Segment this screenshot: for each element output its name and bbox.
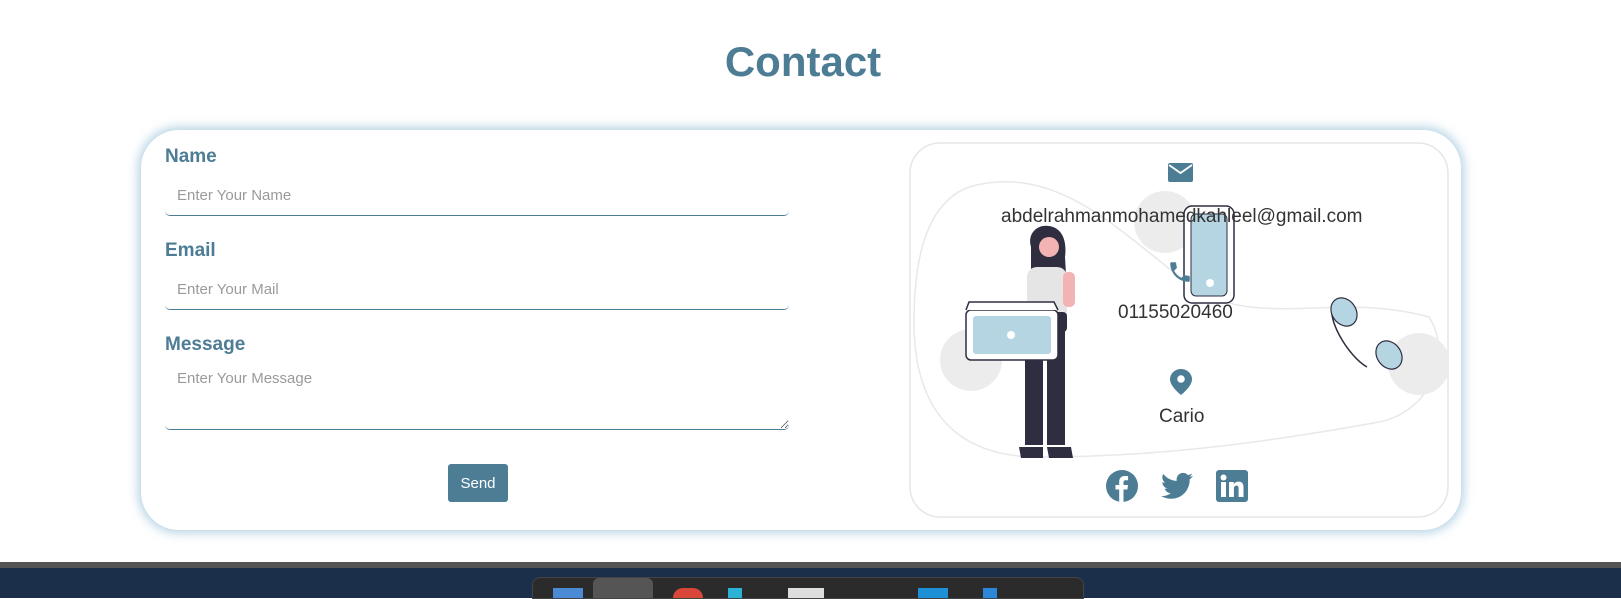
app-icon[interactable]: [728, 588, 742, 598]
contact-illustration: [909, 142, 1449, 518]
contact-location: Cario: [1159, 406, 1205, 427]
twitter-icon[interactable]: [1161, 472, 1193, 500]
email-input[interactable]: [165, 264, 789, 310]
section-title: Contact: [724, 38, 882, 85]
app-icon[interactable]: [553, 588, 583, 598]
taskbar-dock: [532, 577, 1084, 599]
map-pin-icon: [1170, 369, 1192, 395]
app-icon[interactable]: [673, 588, 703, 598]
email-label: Email: [165, 240, 216, 261]
contact-phone[interactable]: 01155020460: [1118, 302, 1233, 324]
envelope-icon: [1168, 163, 1193, 182]
message-textarea[interactable]: [165, 358, 789, 430]
app-icon[interactable]: [593, 578, 653, 598]
contact-info-panel: abdelrahmanmohamedkahleel@gmail.com 0115…: [909, 142, 1449, 518]
send-button[interactable]: Send: [448, 464, 508, 502]
contact-form: Name Email Message: [165, 144, 789, 430]
linkedin-icon[interactable]: [1216, 470, 1248, 502]
phone-icon: [1170, 262, 1190, 282]
app-icon[interactable]: [918, 588, 948, 598]
name-label: Name: [165, 146, 217, 167]
facebook-icon[interactable]: [1106, 470, 1138, 502]
name-input[interactable]: [165, 170, 789, 216]
contact-card: Name Email Message Send: [141, 130, 1461, 530]
contact-email[interactable]: abdelrahmanmohamedkahleel@gmail.com: [1001, 206, 1362, 228]
message-label: Message: [165, 334, 246, 355]
app-icon[interactable]: [788, 588, 824, 598]
app-icon[interactable]: [983, 588, 997, 598]
